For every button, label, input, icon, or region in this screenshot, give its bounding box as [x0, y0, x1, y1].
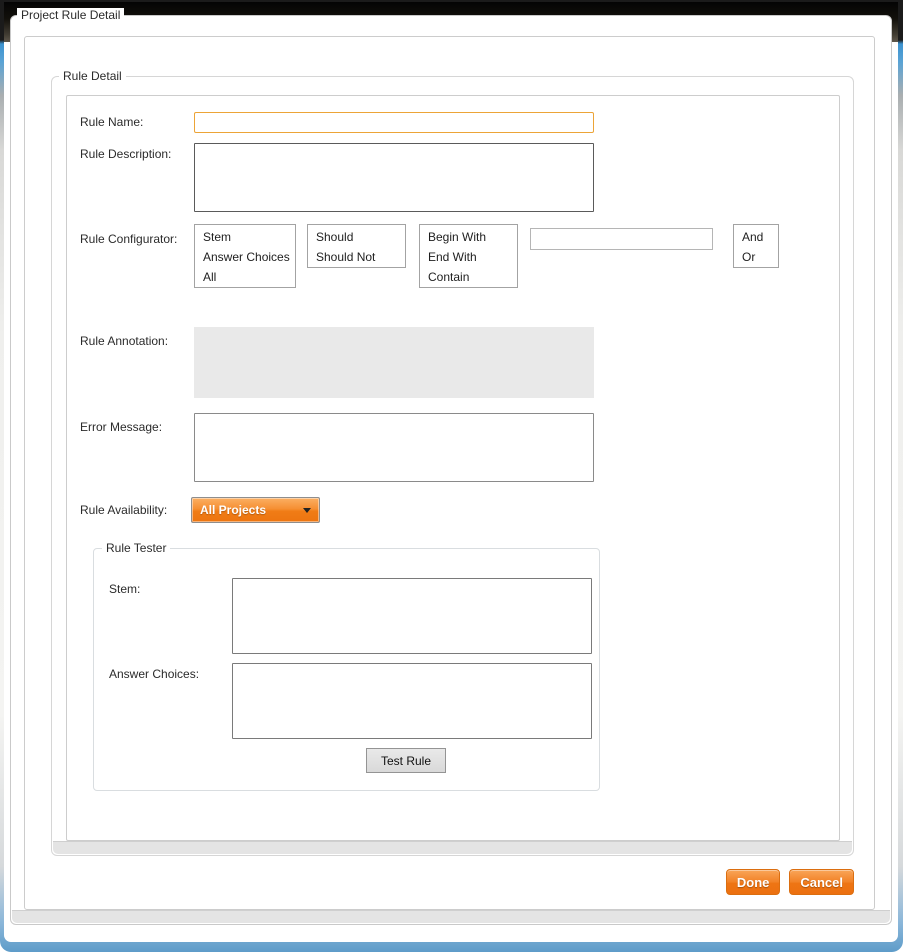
- listbox-option[interactable]: Should Not: [308, 247, 405, 267]
- done-button[interactable]: Done: [726, 869, 781, 895]
- tester-stem-textarea[interactable]: [232, 578, 592, 654]
- rule-description-textarea[interactable]: [194, 143, 594, 212]
- dialog-window: Project Rule Detail Project Rule Detail …: [0, 0, 903, 952]
- project-rule-detail-legend: Project Rule Detail: [17, 8, 124, 22]
- rule-detail-form-panel: Rule Name: Rule Description: Rule Config…: [66, 95, 840, 841]
- rule-configurator-label: Rule Configurator:: [80, 224, 177, 246]
- rule-name-input[interactable]: [194, 112, 594, 133]
- listbox-option[interactable]: Answer Choices: [195, 247, 295, 267]
- configurator-operator-listbox[interactable]: Begin With End With Contain: [419, 224, 518, 288]
- configurator-modality-listbox[interactable]: Should Should Not: [307, 224, 406, 268]
- listbox-option[interactable]: Contain: [420, 267, 517, 287]
- listbox-option[interactable]: All: [195, 267, 295, 287]
- listbox-option[interactable]: And: [734, 227, 778, 247]
- outer-group-footer-strip: [12, 910, 890, 923]
- configurator-value-input[interactable]: [530, 228, 713, 250]
- test-rule-button[interactable]: Test Rule: [366, 748, 446, 773]
- footer-actions: Done Cancel: [726, 869, 854, 895]
- listbox-option[interactable]: Or: [734, 247, 778, 267]
- rule-configurator-row: Rule Configurator: Stem Answer Choices A…: [67, 224, 839, 288]
- error-message-label: Error Message:: [80, 413, 162, 434]
- rule-availability-dropdown[interactable]: All Projects: [191, 497, 320, 523]
- chevron-down-icon: [303, 508, 311, 513]
- rule-availability-label: Rule Availability:: [80, 497, 167, 517]
- rule-tester-group: Rule Tester Stem: Answer Choices: Test R…: [93, 548, 600, 791]
- listbox-option[interactable]: Begin With: [420, 227, 517, 247]
- cancel-button[interactable]: Cancel: [789, 869, 854, 895]
- configurator-subject-listbox[interactable]: Stem Answer Choices All: [194, 224, 296, 288]
- rule-name-row: Rule Name:: [67, 112, 839, 133]
- rule-detail-footer-strip: [53, 841, 852, 854]
- rule-detail-legend: Rule Detail: [59, 69, 126, 83]
- outer-panel: Rule Detail Rule Name: Rule Description:: [24, 36, 875, 910]
- rule-annotation-label: Rule Annotation:: [80, 327, 168, 348]
- project-rule-detail-group: Project Rule Detail Rule Detail Rule Nam…: [10, 15, 892, 925]
- listbox-option[interactable]: End With: [420, 247, 517, 267]
- rule-tester-legend: Rule Tester: [102, 541, 170, 555]
- rule-description-row: Rule Description:: [67, 143, 839, 212]
- rule-availability-row: Rule Availability: All Projects: [67, 497, 839, 523]
- rule-annotation-box: [194, 327, 594, 398]
- listbox-option[interactable]: Should: [308, 227, 405, 247]
- tester-stem-label: Stem:: [109, 582, 140, 596]
- rule-description-label: Rule Description:: [80, 143, 171, 161]
- rule-annotation-row: Rule Annotation:: [67, 327, 839, 398]
- rule-availability-selected: All Projects: [192, 503, 303, 517]
- listbox-option[interactable]: Stem: [195, 227, 295, 247]
- dialog-body: Project Rule Detail Project Rule Detail …: [4, 2, 898, 942]
- tester-answer-choices-textarea[interactable]: [232, 663, 592, 739]
- rule-name-label: Rule Name:: [80, 112, 143, 129]
- configurator-conjunction-listbox[interactable]: And Or: [733, 224, 779, 268]
- error-message-row: Error Message:: [67, 413, 839, 482]
- rule-detail-group: Rule Detail Rule Name: Rule Description:: [51, 76, 854, 856]
- tester-answer-choices-label: Answer Choices:: [109, 667, 199, 681]
- error-message-textarea[interactable]: [194, 413, 594, 482]
